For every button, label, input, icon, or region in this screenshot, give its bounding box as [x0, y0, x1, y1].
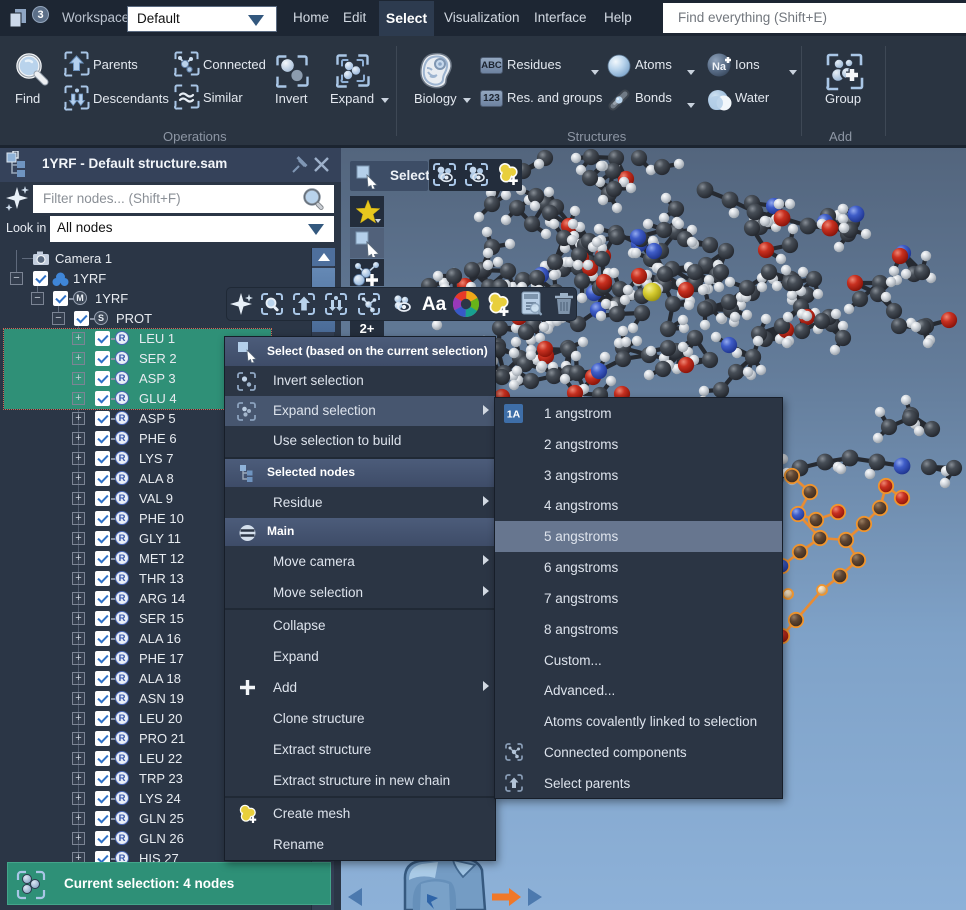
svg-text:Aa: Aa	[422, 294, 447, 315]
svg-text:Na: Na	[712, 61, 727, 73]
svg-text:1A: 1A	[507, 409, 521, 421]
